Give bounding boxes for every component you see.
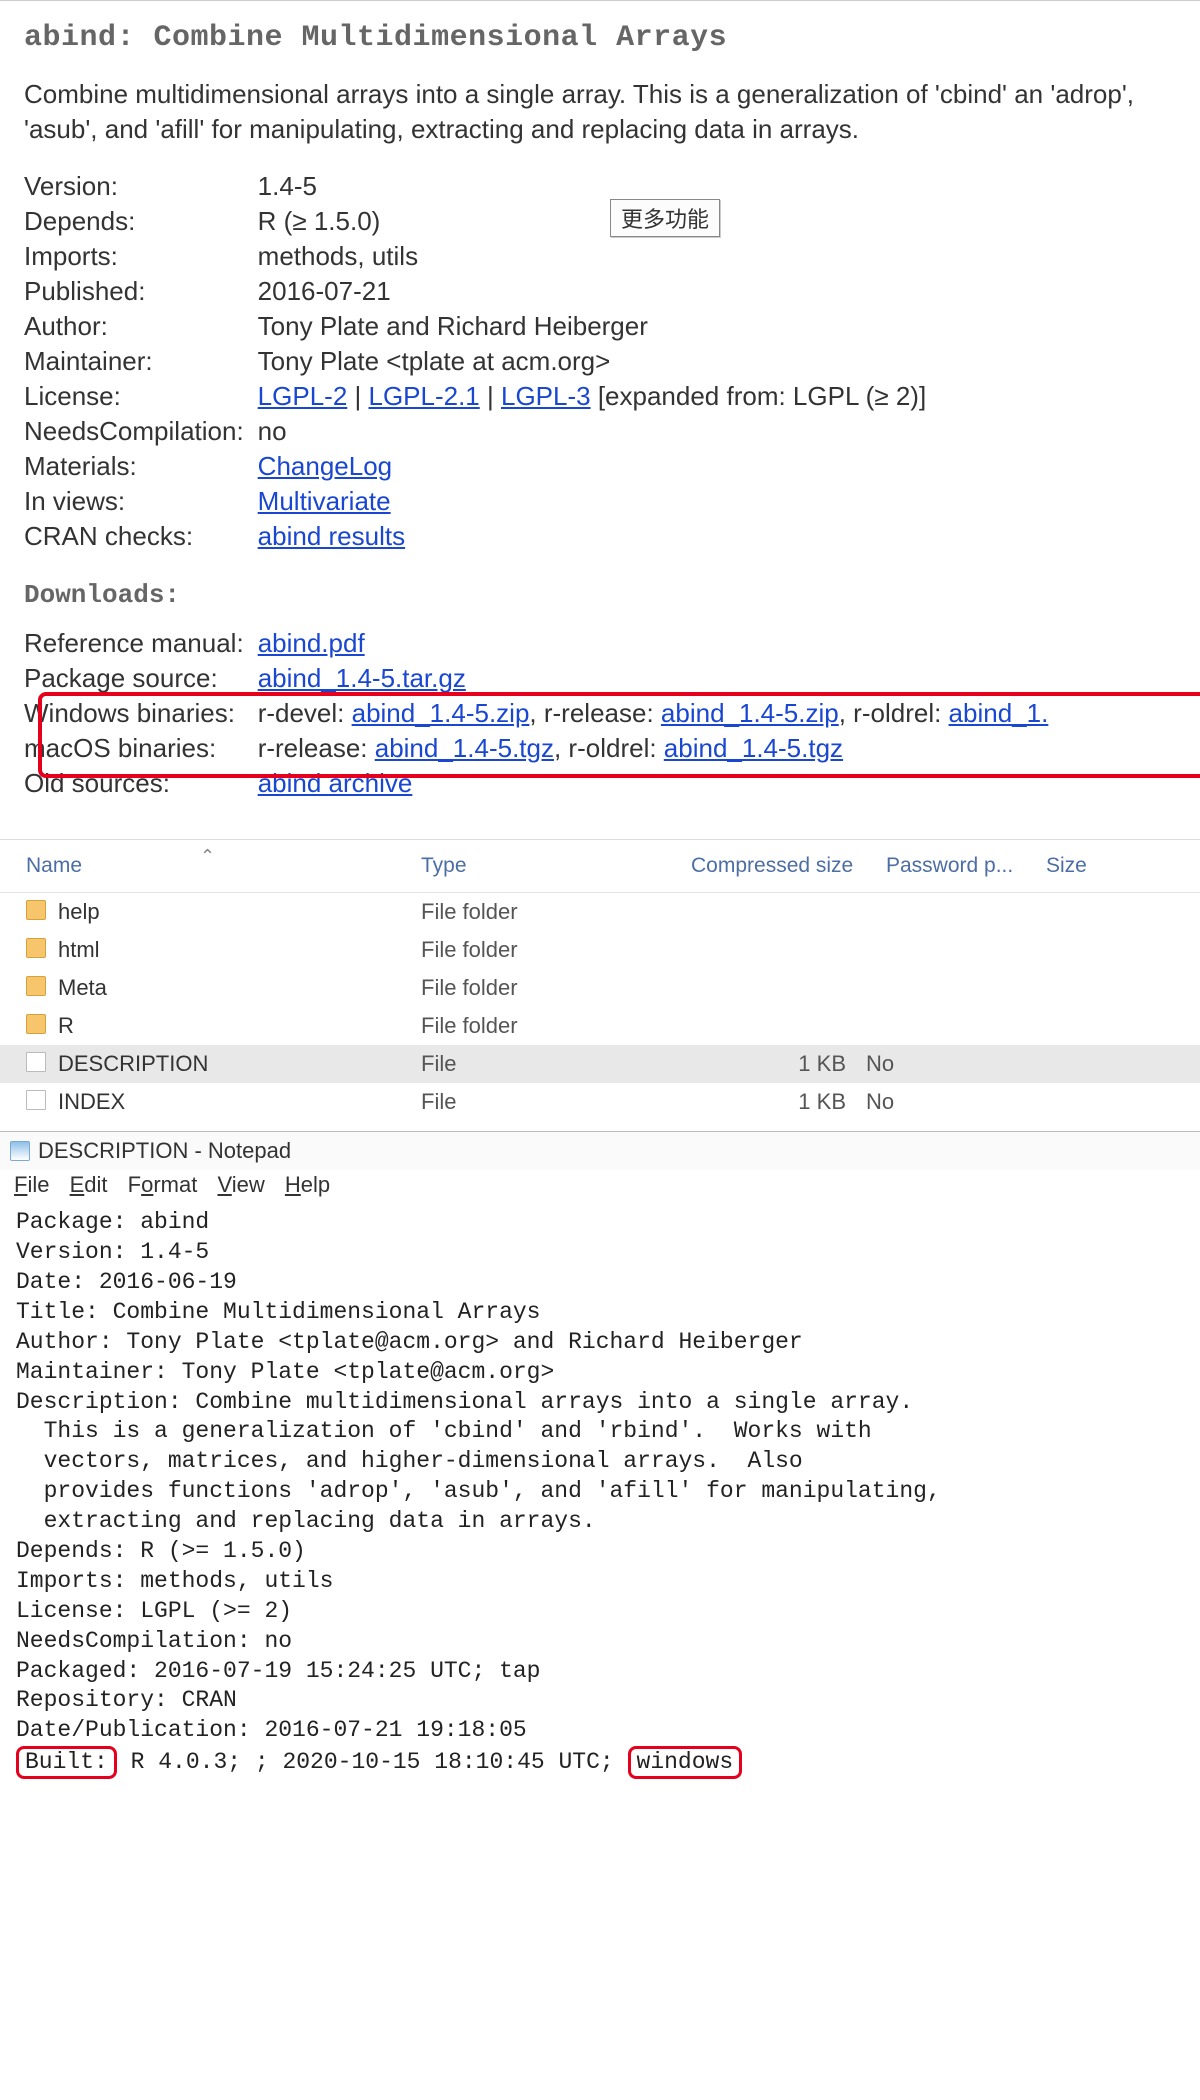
cran-package-page: abind: Combine Multidimensional Arrays C… <box>0 0 1200 813</box>
dl-win-value: r-devel: abind_1.4-5.zip, r-release: abi… <box>258 696 1049 731</box>
column-headers[interactable]: ⌃ Name Type Compressed size Password p..… <box>0 840 1200 893</box>
file-csize: 1 KB <box>691 1089 866 1115</box>
dl-mac-key: macOS binaries: <box>24 731 258 766</box>
file-row[interactable]: htmlFile folder <box>0 931 1200 969</box>
win-release-link[interactable]: abind_1.4-5.zip <box>661 698 839 728</box>
mac-oldrel-link[interactable]: abind_1.4-5.tgz <box>664 733 843 763</box>
downloads-heading: Downloads: <box>24 580 1176 610</box>
folder-icon <box>26 938 46 958</box>
file-type: File <box>421 1051 691 1077</box>
license-link-lgpl3[interactable]: LGPL-3 <box>501 381 591 411</box>
notepad-window: DESCRIPTION - Notepad File Edit Format V… <box>0 1131 1200 1790</box>
folder-icon <box>26 900 46 920</box>
archive-file-list: ⌃ Name Type Compressed size Password p..… <box>0 839 1200 1121</box>
menu-edit[interactable]: Edit <box>70 1172 108 1197</box>
folder-icon <box>26 1014 46 1034</box>
notepad-content[interactable]: Package: abind Version: 1.4-5 Date: 2016… <box>0 1204 1200 1790</box>
meta-depends-key: Depends: <box>24 204 258 239</box>
file-row[interactable]: RFile folder <box>0 1007 1200 1045</box>
file-type: File folder <box>421 899 691 925</box>
file-csize: 1 KB <box>691 1051 866 1077</box>
folder-icon <box>26 976 46 996</box>
mac-release-link[interactable]: abind_1.4-5.tgz <box>375 733 554 763</box>
menu-format[interactable]: Format <box>128 1172 198 1197</box>
meta-version-value: 1.4-5 <box>258 169 927 204</box>
highlight-built-os: windows <box>628 1746 743 1778</box>
inviews-link[interactable]: Multivariate <box>258 486 391 516</box>
dl-old-link[interactable]: abind archive <box>258 768 413 798</box>
meta-maintainer-key: Maintainer: <box>24 344 258 379</box>
col-csize[interactable]: Compressed size <box>691 854 886 878</box>
dl-refman-link[interactable]: abind.pdf <box>258 628 365 658</box>
meta-author-value: Tony Plate and Richard Heiberger <box>258 309 927 344</box>
file-pw: No <box>866 1089 1026 1115</box>
meta-needscomp-key: NeedsCompilation: <box>24 414 258 449</box>
file-icon <box>26 1052 46 1072</box>
file-pw: No <box>866 1051 1026 1077</box>
meta-needscomp-value: no <box>258 414 927 449</box>
file-icon <box>26 1090 46 1110</box>
checks-link[interactable]: abind results <box>258 521 405 551</box>
meta-inviews-key: In views: <box>24 484 258 519</box>
meta-author-key: Author: <box>24 309 258 344</box>
file-type: File folder <box>421 937 691 963</box>
meta-materials-key: Materials: <box>24 449 258 484</box>
meta-published-value: 2016-07-21 <box>258 274 927 309</box>
file-row[interactable]: DESCRIPTIONFile1 KBNo <box>0 1045 1200 1083</box>
menu-help[interactable]: Help <box>285 1172 330 1197</box>
downloads-table: Reference manual: abind.pdf Package sour… <box>24 626 1048 801</box>
notepad-title: DESCRIPTION - Notepad <box>38 1138 291 1164</box>
col-type[interactable]: Type <box>421 854 691 878</box>
menu-view[interactable]: View <box>217 1172 264 1197</box>
page-title: abind: Combine Multidimensional Arrays <box>24 21 1176 55</box>
meta-license-key: License: <box>24 379 258 414</box>
file-row[interactable]: helpFile folder <box>0 893 1200 931</box>
col-size[interactable]: Size <box>1046 854 1087 878</box>
win-devel-link[interactable]: abind_1.4-5.zip <box>352 698 530 728</box>
license-link-lgpl2[interactable]: LGPL-2 <box>258 381 348 411</box>
dl-refman-key: Reference manual: <box>24 626 258 661</box>
meta-imports-key: Imports: <box>24 239 258 274</box>
license-link-lgpl21[interactable]: LGPL-2.1 <box>368 381 479 411</box>
notepad-titlebar[interactable]: DESCRIPTION - Notepad <box>0 1132 1200 1170</box>
dl-old-key: Old sources: <box>24 766 258 801</box>
tooltip-more-features: 更多功能 <box>610 199 720 237</box>
dl-win-key: Windows binaries: <box>24 696 258 731</box>
file-type: File folder <box>421 975 691 1001</box>
dl-src-key: Package source: <box>24 661 258 696</box>
col-pw[interactable]: Password p... <box>886 854 1046 878</box>
win-oldrel-link[interactable]: abind_1. <box>949 698 1049 728</box>
meta-checks-key: CRAN checks: <box>24 519 258 554</box>
dl-mac-value: r-release: abind_1.4-5.tgz, r-oldrel: ab… <box>258 731 1049 766</box>
meta-version-key: Version: <box>24 169 258 204</box>
meta-published-key: Published: <box>24 274 258 309</box>
package-summary: Combine multidimensional arrays into a s… <box>24 77 1176 147</box>
highlight-built-label: Built: <box>16 1746 117 1778</box>
file-type: File folder <box>421 1013 691 1039</box>
materials-link[interactable]: ChangeLog <box>258 451 392 481</box>
meta-license-value: LGPL-2 | LGPL-2.1 | LGPL-3 [expanded fro… <box>258 379 927 414</box>
file-row[interactable]: INDEXFile1 KBNo <box>0 1083 1200 1121</box>
package-meta-table: Version: 1.4-5 Depends: R (≥ 1.5.0) Impo… <box>24 169 926 554</box>
col-name[interactable]: Name <box>26 854 421 878</box>
meta-imports-value: methods, utils <box>258 239 927 274</box>
file-row[interactable]: MetaFile folder <box>0 969 1200 1007</box>
notepad-menubar[interactable]: File Edit Format View Help <box>0 1170 1200 1204</box>
dl-src-link[interactable]: abind_1.4-5.tar.gz <box>258 663 466 693</box>
file-type: File <box>421 1089 691 1115</box>
menu-file[interactable]: File <box>14 1172 49 1197</box>
sort-caret-icon: ⌃ <box>200 846 215 867</box>
notepad-icon <box>10 1141 30 1161</box>
meta-depends-value: R (≥ 1.5.0) <box>258 204 927 239</box>
meta-maintainer-value: Tony Plate <tplate at acm.org> <box>258 344 927 379</box>
